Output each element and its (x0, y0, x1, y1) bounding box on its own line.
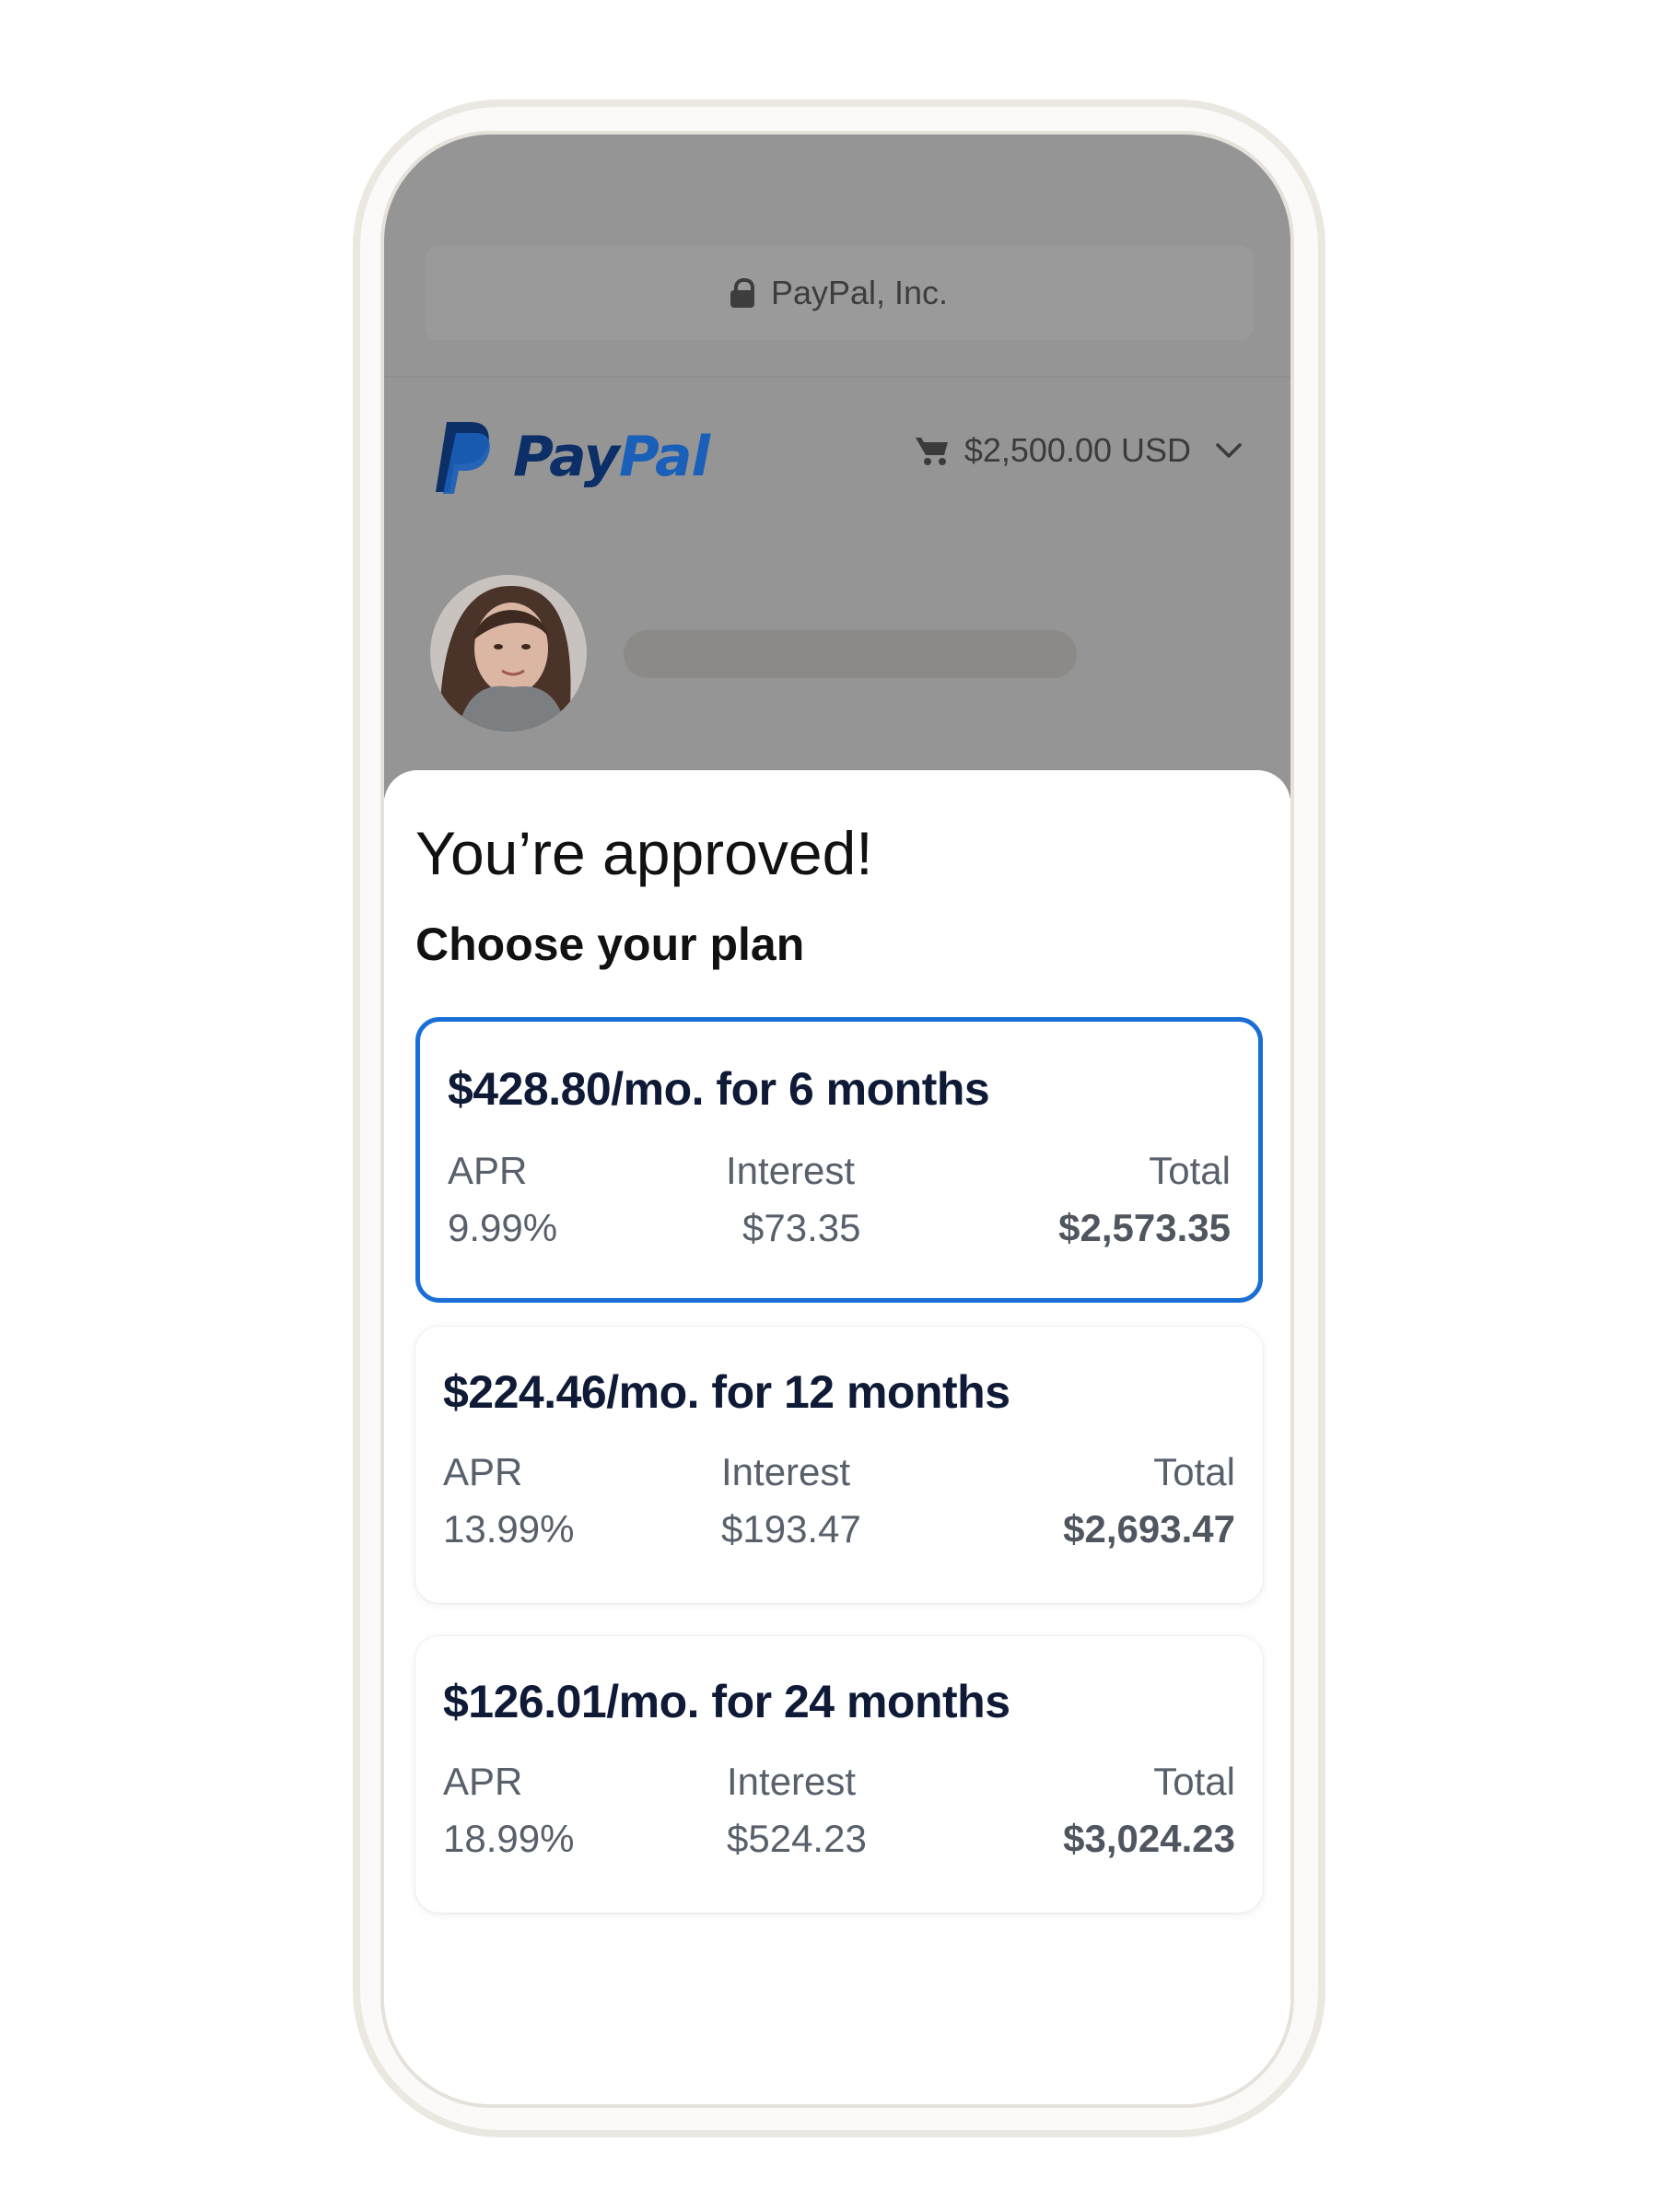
browser-url-bar[interactable]: PayPal, Inc. (425, 245, 1254, 341)
apr-label: APR (448, 1149, 528, 1192)
sheet-title: You’re approved! (415, 819, 873, 887)
plan-headline: $224.46/mo. for 12 months (443, 1366, 1010, 1418)
paypal-wordmark: PayPal (513, 425, 710, 489)
total-label: Total (1153, 1450, 1235, 1493)
header-divider (384, 376, 1290, 378)
apr-value: 9.99% (448, 1206, 558, 1249)
plan-option-6-months[interactable]: $428.80/mo. for 6 months APR Interest To… (415, 1017, 1263, 1303)
total-value: $3,024.23 (1063, 1817, 1235, 1860)
lock-icon (730, 278, 754, 308)
plan-option-12-months[interactable]: $224.46/mo. for 12 months APR Interest T… (415, 1327, 1263, 1603)
interest-label: Interest (721, 1450, 851, 1493)
dimmed-background: PayPal, Inc. PayPal $2,500.00 USD (384, 135, 1290, 798)
interest-label: Interest (726, 1149, 856, 1192)
cart-icon (915, 438, 948, 465)
interest-label: Interest (727, 1760, 857, 1803)
apr-value: 13.99% (443, 1507, 575, 1551)
interest-value: $524.23 (727, 1817, 867, 1860)
url-label: PayPal, Inc. (770, 274, 949, 311)
sheet-subtitle: Choose your plan (415, 919, 805, 970)
chevron-down-icon (1216, 443, 1242, 458)
avatar (430, 575, 587, 731)
phone-screen: PayPal, Inc. PayPal $2,500.00 USD You’re… (380, 131, 1294, 2108)
plan-selection-sheet: You’re approved! Choose your plan $428.8… (384, 770, 1290, 2104)
total-label: Total (1149, 1149, 1231, 1192)
plan-headline: $428.80/mo. for 6 months (448, 1063, 990, 1115)
plan-headline: $126.01/mo. for 24 months (443, 1676, 1010, 1727)
cart-total-dropdown[interactable]: $2,500.00 USD (915, 431, 1243, 470)
apr-label: APR (443, 1450, 523, 1493)
interest-value: $73.35 (742, 1206, 861, 1249)
plan-option-24-months[interactable]: $126.01/mo. for 24 months APR Interest T… (415, 1636, 1263, 1913)
paypal-logo: PayPal (430, 411, 710, 503)
apr-label: APR (443, 1760, 523, 1803)
avatar-photo (430, 575, 587, 731)
total-value: $2,693.47 (1063, 1507, 1235, 1551)
total-label: Total (1153, 1760, 1235, 1803)
total-value: $2,573.35 (1058, 1206, 1231, 1249)
name-placeholder-bar (624, 630, 1077, 678)
paypal-mark-icon (436, 422, 490, 494)
interest-value: $193.47 (721, 1507, 861, 1551)
apr-value: 18.99% (443, 1817, 575, 1860)
cart-amount: $2,500.00 USD (963, 431, 1191, 469)
